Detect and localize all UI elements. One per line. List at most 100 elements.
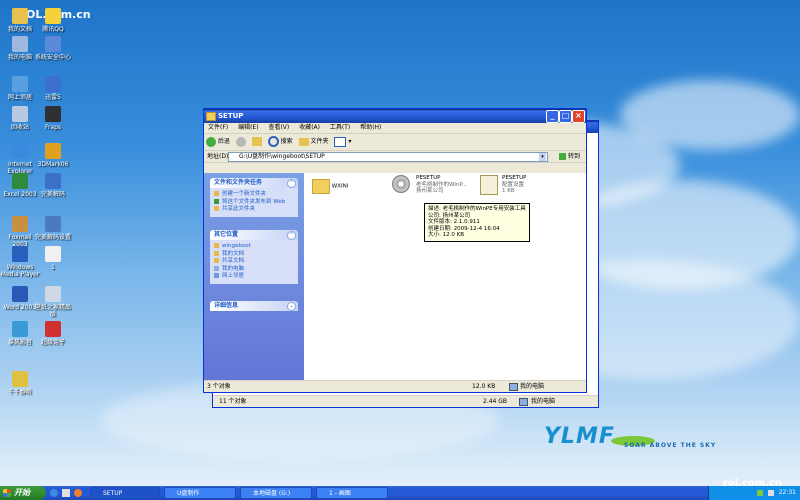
menu-file[interactable]: 文件(F) [208, 124, 228, 131]
desktop-icon[interactable]: 3DMark06 [33, 143, 73, 168]
window-titlebar[interactable]: SETUP _ □ × [204, 109, 586, 123]
explorer-window[interactable]: SETUP _ □ × 文件(F) 编辑(E) 查看(V) 收藏(A) 工具(T… [203, 108, 587, 393]
app-icon [45, 36, 61, 52]
app-icon [45, 143, 61, 159]
desktop-icon[interactable]: 系统安全中心 [33, 36, 73, 61]
close-button[interactable]: × [572, 110, 585, 123]
tray-icon[interactable] [756, 489, 763, 496]
desktop-icon-label: 完美解码 [40, 191, 65, 198]
file-size: 1 KB [502, 188, 515, 194]
start-button[interactable]: 开始 [0, 486, 46, 500]
forward-button[interactable] [235, 134, 246, 150]
address-value: G:\U盘制作\wingeboot\SETUP [239, 153, 325, 160]
details-header[interactable]: 详细信息 ⌄ [210, 301, 298, 311]
app-icon [45, 246, 61, 262]
collapse-icon[interactable]: ⌃ [287, 179, 296, 188]
app-icon [45, 286, 61, 302]
forward-arrow-icon [235, 136, 246, 147]
task-setup[interactable]: SETUP [90, 487, 160, 499]
maximize-button[interactable]: □ [559, 110, 572, 123]
desktop-icon[interactable]: 千千静听 [0, 371, 40, 396]
place-network[interactable]: 网上邻居 [214, 273, 294, 281]
folders-label: 文件夹 [310, 138, 329, 145]
file-tasks-panel: 文件和文件夹任务 ⌃ 创建一个新文件夹 将这个文件夹发布到 Web 共享此文件夹 [210, 178, 298, 217]
app-icon [12, 246, 28, 262]
desktop-icon[interactable]: 1 [33, 246, 73, 271]
back-arrow-icon [206, 136, 216, 147]
desktop-icon-label: 系统安全中心 [34, 54, 71, 61]
task-u-disk[interactable]: U盘制作 [164, 487, 236, 499]
back-window-statusbar: 11 个对象 2.44 GB 我的电脑 [213, 395, 598, 407]
back-button[interactable]: 后退 [206, 134, 230, 150]
place-shared-documents[interactable]: 共享文档 [214, 258, 294, 266]
collapse-icon[interactable]: ⌃ [287, 231, 296, 240]
minimize-button[interactable]: _ [546, 110, 559, 123]
place-my-documents[interactable]: 我的文档 [214, 250, 294, 259]
tooltip-description: 描述: 老毛桃制作的WinPE专用安装工具 [428, 206, 526, 212]
share-folder-icon [214, 206, 219, 211]
tray-volume-icon[interactable] [767, 489, 774, 496]
desktop-icon[interactable]: 完美解码设置 [33, 216, 73, 241]
menu-edit[interactable]: 编辑(E) [238, 124, 258, 131]
desktop-icon[interactable]: 超级兔子 [33, 321, 73, 346]
desktop-icon-label: 迅雷5 [45, 94, 61, 101]
start-label: 开始 [14, 488, 30, 497]
app-icon [12, 321, 28, 337]
desktop-icon[interactable]: 壁纸之家精品版 [33, 286, 73, 318]
clock[interactable]: 22:31 [779, 489, 796, 496]
task-paint[interactable]: 1 - 画图 [316, 487, 388, 499]
task-new-folder[interactable]: 创建一个新文件夹 [214, 191, 294, 199]
shared-folder-icon [214, 258, 219, 263]
status-size: 12.0 KB [472, 383, 496, 390]
status-objects: 3 个对象 [207, 383, 231, 390]
folder-icon [312, 179, 330, 194]
place-wingeboot[interactable]: wingeboot [214, 243, 294, 251]
desktop-icon-label: Fraps [44, 124, 62, 131]
expand-icon[interactable]: ⌄ [287, 302, 296, 311]
documents-icon [214, 250, 219, 256]
views-button[interactable]: ▾ [334, 134, 351, 150]
file-tasks-header[interactable]: 文件和文件夹任务 ⌃ [210, 178, 298, 188]
desktop-icon-label: 3DMark06 [37, 161, 69, 168]
quicklaunch-ie-icon[interactable] [50, 489, 58, 497]
other-places-header[interactable]: 其它位置 ⌃ [210, 230, 298, 240]
task-share-folder[interactable]: 共享此文件夹 [214, 206, 294, 214]
file-item-folder[interactable]: WXINI [312, 179, 348, 194]
task-publish-web[interactable]: 将这个文件夹发布到 Web [214, 198, 294, 207]
app-icon [12, 8, 28, 24]
network-icon [214, 273, 219, 278]
menu-favorites[interactable]: 收藏(A) [299, 124, 320, 131]
quicklaunch-media-icon[interactable] [74, 489, 82, 497]
search-button[interactable]: 搜索 [267, 134, 293, 150]
address-input[interactable]: G:\U盘制作\wingeboot\SETUP ▾ [228, 152, 548, 162]
menu-view[interactable]: 查看(V) [268, 124, 289, 131]
task-local-disk[interactable]: 本地磁盘 (G:) [240, 487, 312, 499]
computer-icon [509, 383, 518, 391]
menu-help[interactable]: 帮助(H) [360, 124, 381, 131]
toolbar: 后退 搜索 文件夹 ▾ [204, 134, 586, 151]
file-item-pesetup-exe[interactable]: PESETUP 老毛桃制作的WinP... 扬州某公司 [392, 175, 467, 195]
folders-button[interactable]: 文件夹 [298, 134, 329, 150]
app-icon [12, 371, 28, 387]
menu-tools[interactable]: 工具(T) [330, 124, 350, 131]
app-icon [12, 173, 28, 189]
file-tooltip: 描述: 老毛桃制作的WinPE专用安装工具 公司: 扬州某公司 文件版本: 2.… [424, 203, 530, 242]
web-publish-icon [214, 198, 219, 204]
go-button[interactable]: 转到 [559, 151, 580, 162]
desktop-icon[interactable]: 腾讯QQ [33, 8, 73, 33]
desktop-icon[interactable]: Fraps [33, 106, 73, 131]
desktop-icon-label: 超级兔子 [40, 339, 65, 346]
window-title: SETUP [218, 112, 244, 120]
chevron-down-icon[interactable]: ▾ [539, 153, 546, 161]
status-size: 2.44 GB [483, 398, 508, 405]
desktop-icon[interactable]: 迅雷5 [33, 76, 73, 101]
app-icon [12, 216, 28, 232]
quicklaunch-desktop-icon[interactable] [62, 489, 70, 497]
app-icon [45, 216, 61, 232]
desktop-icon[interactable]: 完美解码 [33, 173, 73, 198]
up-button[interactable] [251, 134, 262, 150]
place-my-computer[interactable]: 我的电脑 [214, 265, 294, 274]
desktop-icon-label: 1 [51, 264, 55, 271]
details-panel: 详细信息 ⌄ [210, 301, 298, 311]
file-item-pesetup-ini[interactable]: PESETUP 配置设置 1 KB [480, 175, 526, 195]
